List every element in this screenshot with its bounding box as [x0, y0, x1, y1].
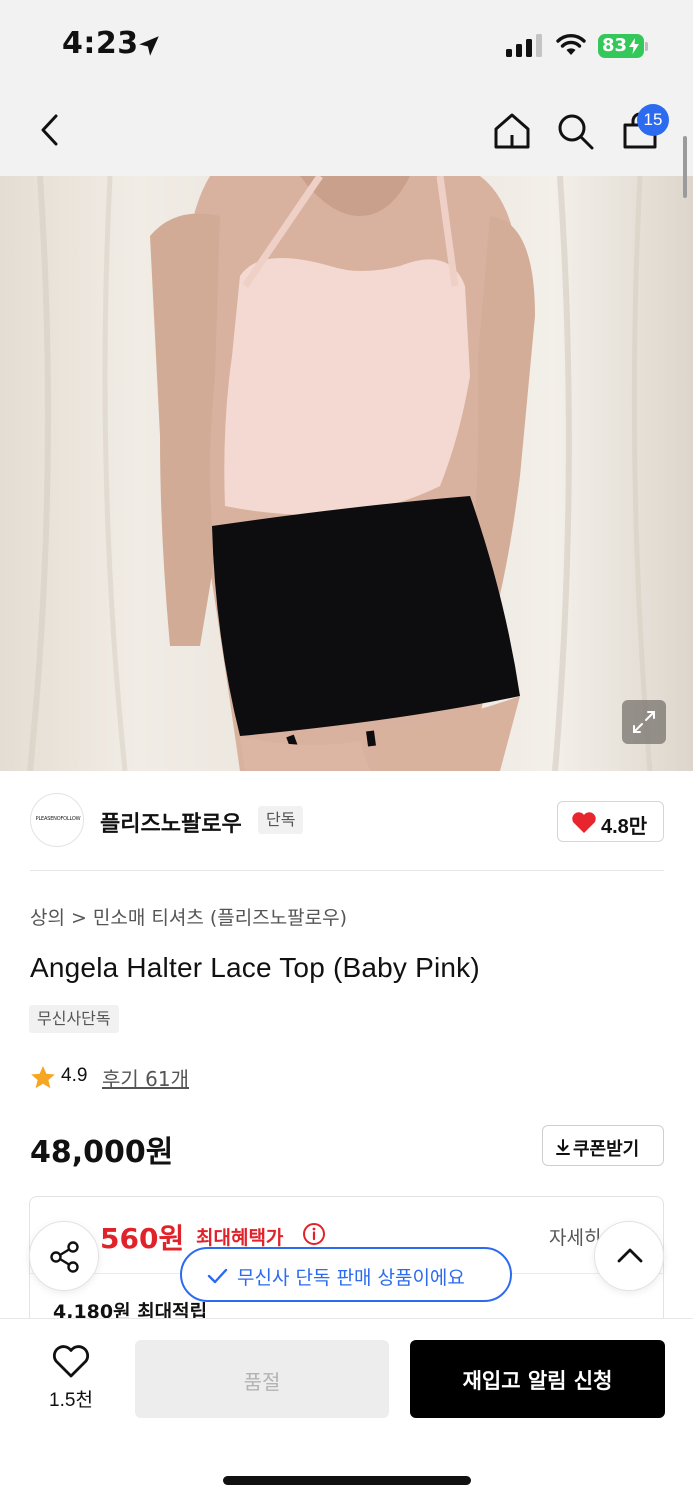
location-arrow-icon [139, 36, 159, 56]
heart-filled-icon [572, 812, 596, 833]
star-icon [31, 1066, 55, 1089]
chevron-up-icon [617, 1248, 643, 1263]
search-icon[interactable] [556, 112, 596, 150]
benefit-detail-link[interactable]: 자세히 [549, 1223, 601, 1250]
product-title: Angela Halter Lace Top (Baby Pink) [30, 952, 480, 983]
exclusive-toast-text: 무신사 단독 판매 상품이에요 [237, 1267, 465, 1289]
review-count-link[interactable]: 후기 61개 [102, 1063, 189, 1092]
rating-score: 4.9 [61, 1065, 88, 1086]
breadcrumb-subcategory[interactable]: 민소매 티셔츠 (플리즈노팔로우) [93, 907, 347, 929]
expand-icon [633, 711, 655, 733]
max-benefit-price: 560원 [100, 1222, 185, 1255]
download-icon [556, 1139, 570, 1155]
brand-name[interactable]: 플리즈노팔로우 [100, 806, 242, 838]
coupon-button[interactable]: 쿠폰받기 [542, 1125, 664, 1166]
brand-like-button[interactable]: 4.8만 [557, 801, 664, 842]
back-chevron-icon[interactable] [36, 112, 64, 148]
scroll-to-top-button[interactable] [594, 1221, 664, 1291]
wifi-icon [556, 34, 586, 55]
max-benefit-label: 최대혜택가 [196, 1227, 284, 1249]
brand-exclusive-tag: 단독 [258, 806, 304, 834]
exclusive-toast: 무신사 단독 판매 상품이에요 [180, 1247, 512, 1302]
share-icon [50, 1241, 79, 1273]
battery-cap [645, 42, 648, 51]
cart-count-badge: 15 [637, 104, 669, 136]
product-image[interactable] [0, 176, 693, 771]
coupon-label: 쿠폰받기 [573, 1139, 640, 1160]
breadcrumb: 상의 > 민소매 티셔츠 (플리즈노팔로우) [30, 903, 347, 930]
brand-logo[interactable]: PLEASENOFOLLOW [30, 793, 84, 847]
restock-alert-button[interactable]: 재입고 알림 신청 [410, 1340, 665, 1418]
brand-logo-text: PLEASENOFOLLOW [35, 816, 81, 822]
musinsa-exclusive-tag: 무신사단독 [29, 1005, 119, 1033]
cellular-signal-icon [506, 34, 542, 57]
breadcrumb-category[interactable]: 상의 [30, 907, 65, 929]
product-price: 48,000원 [30, 1135, 174, 1170]
soldout-label: 품절 [243, 1370, 281, 1394]
restock-alert-label: 재입고 알림 신청 [462, 1369, 613, 1393]
scroll-indicator [683, 136, 687, 198]
soldout-button: 품절 [135, 1340, 389, 1418]
status-bar: 4:23 83 [0, 0, 693, 88]
expand-image-button[interactable] [622, 700, 666, 744]
heart-outline-icon[interactable] [52, 1345, 90, 1379]
share-button[interactable] [29, 1221, 99, 1291]
battery-level: 83 [602, 35, 628, 56]
check-icon [207, 1268, 228, 1284]
brand-like-count: 4.8만 [601, 816, 648, 838]
home-icon[interactable] [492, 112, 532, 150]
section-divider [30, 870, 664, 871]
breadcrumb-separator: > [70, 907, 87, 929]
info-icon[interactable] [302, 1222, 326, 1246]
charging-bolt-icon [629, 38, 639, 54]
wish-count: 1.5천 [49, 1390, 93, 1411]
status-time: 4:23 [62, 26, 139, 61]
home-indicator [223, 1476, 471, 1485]
product-photo-illustration [0, 176, 693, 771]
